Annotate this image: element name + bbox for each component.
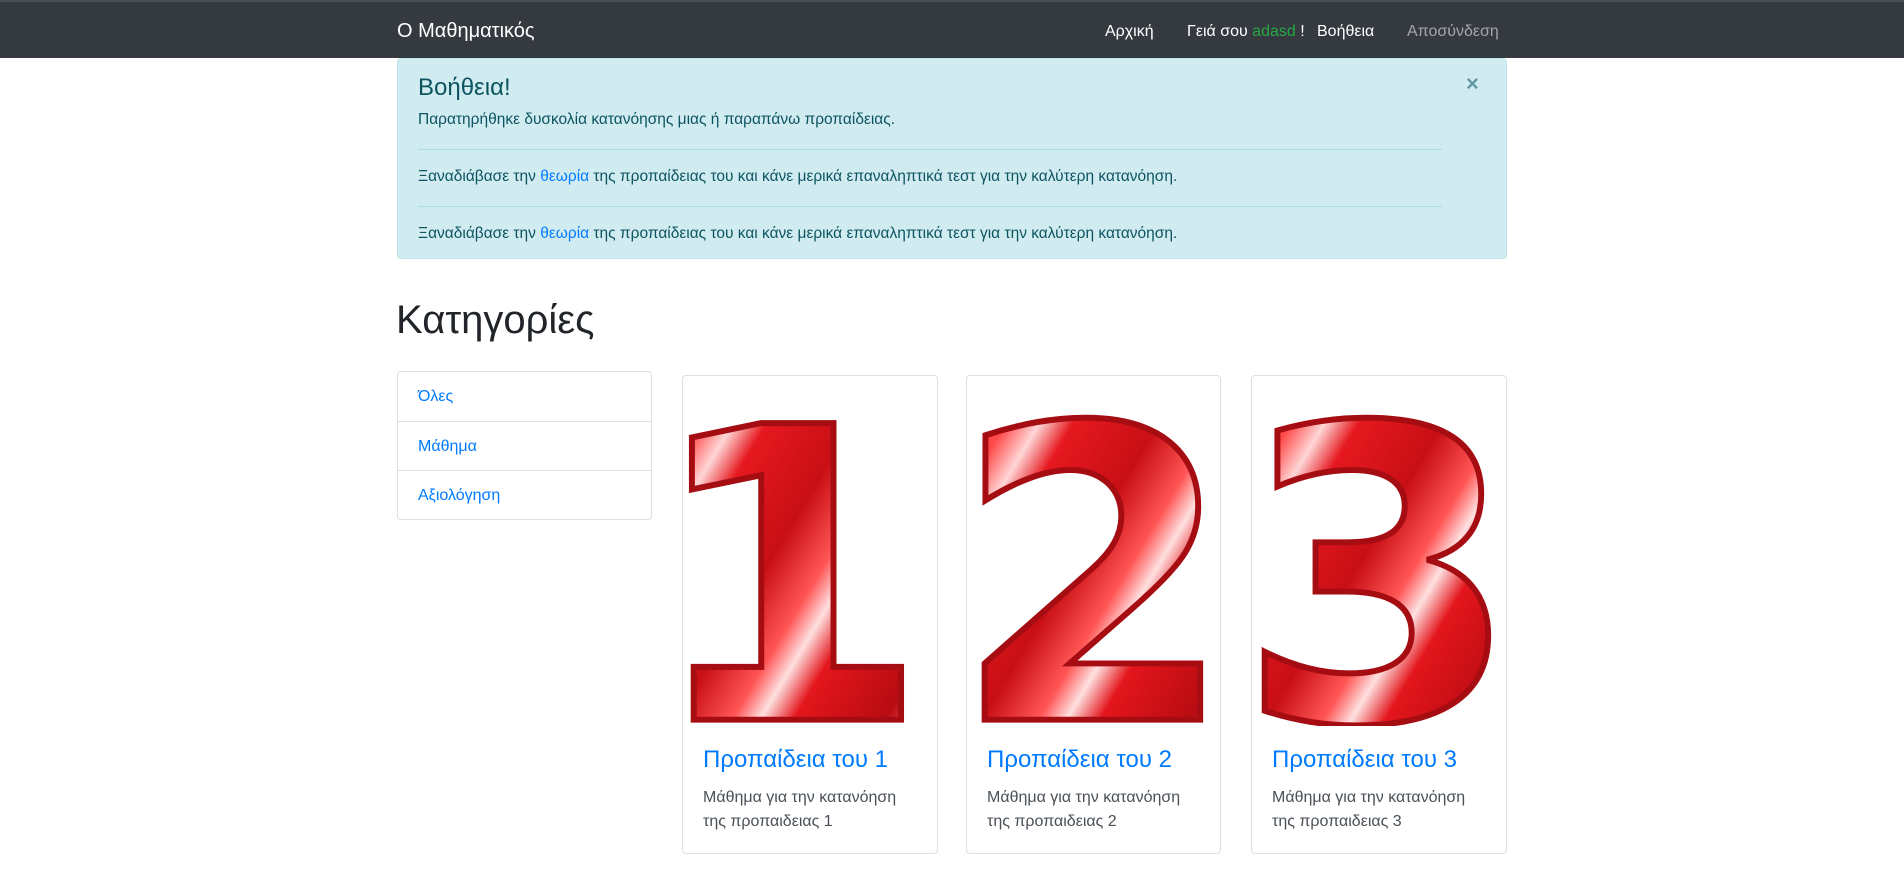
navbar: Ο Μαθηματικός Αρχική Γειά σου adasd ! Βο… xyxy=(0,0,1904,58)
greeting-prefix: Γειά σου xyxy=(1187,23,1248,40)
card-numeral: 3 xyxy=(1252,376,1506,726)
card-numeral: 2 xyxy=(967,376,1220,726)
theory-link[interactable]: θεωρία xyxy=(540,168,589,185)
card-title[interactable]: Προπαίδεια του 3 xyxy=(1272,746,1457,774)
nav-help-link[interactable]: Βοήθεια xyxy=(1317,23,1374,41)
alert-tip-text: της προπαίδειας του και κάνε μερικά επαν… xyxy=(589,168,1178,185)
page-title: Κατηγορίες xyxy=(396,298,595,342)
card-times-table-1[interactable]: 1 Προπαίδεια του 1 Μάθημα για την κατανό… xyxy=(682,375,938,854)
alert-tip-text: Ξαναδιάβασε την xyxy=(418,168,541,185)
brand-logo-text[interactable]: Ο Μαθηματικός xyxy=(397,20,535,43)
alert-tip: Ξαναδιάβασε την θεωρία της προπαίδειας τ… xyxy=(418,225,1177,243)
nav-logout-link[interactable]: Αποσύνδεση xyxy=(1407,23,1499,41)
category-item-assessment[interactable]: Αξιολόγηση xyxy=(398,470,651,519)
category-item-all[interactable]: Όλες xyxy=(398,372,651,421)
close-icon[interactable]: × xyxy=(1466,73,1479,95)
alert-tip-text: Ξαναδιάβασε την xyxy=(418,225,541,242)
category-list: Όλες Μάθημα Αξιολόγηση xyxy=(397,371,652,520)
nav-greeting: Γειά σου adasd ! xyxy=(1187,23,1305,41)
alert-tip: Ξαναδιάβασε την θεωρία της προπαίδειας τ… xyxy=(418,168,1177,186)
card-times-table-2[interactable]: 2 Προπαίδεια του 2 Μάθημα για την κατανό… xyxy=(966,375,1221,854)
card-text: Μάθημα για την κατανόηση της προπαιδειας… xyxy=(987,789,1181,830)
alert-heading: Βοήθεια! xyxy=(418,74,511,101)
card-title[interactable]: Προπαίδεια του 1 xyxy=(703,746,888,774)
card-numeral: 1 xyxy=(683,376,929,726)
card-text: Μάθημα για την κατανόηση της προπαιδειας… xyxy=(1272,789,1466,830)
number-one-icon: 1 xyxy=(683,376,932,726)
alert-divider xyxy=(418,206,1442,207)
number-two-icon: 2 xyxy=(967,376,1220,726)
number-three-icon: 3 xyxy=(1252,376,1506,726)
nav-home-link[interactable]: Αρχική xyxy=(1105,23,1154,41)
card-times-table-3[interactable]: 3 Προπαίδεια του 3 Μάθημα για την κατανό… xyxy=(1251,375,1507,854)
category-item-lesson[interactable]: Μάθημα xyxy=(398,421,651,470)
card-title[interactable]: Προπαίδεια του 2 xyxy=(987,746,1172,774)
theory-link[interactable]: θεωρία xyxy=(540,225,589,242)
alert-divider xyxy=(418,149,1442,150)
help-alert: Βοήθεια! × Παρατηρήθηκε δυσκολία κατανόη… xyxy=(397,58,1507,259)
username: adasd xyxy=(1252,23,1296,40)
card-text: Μάθημα για την κατανόηση της προπαιδειας… xyxy=(703,789,897,830)
greeting-suffix: ! xyxy=(1300,23,1305,40)
alert-tip-text: της προπαίδειας του και κάνε μερικά επαν… xyxy=(589,225,1178,242)
alert-message: Παρατηρήθηκε δυσκολία κατανόησης μιας ή … xyxy=(418,111,896,128)
